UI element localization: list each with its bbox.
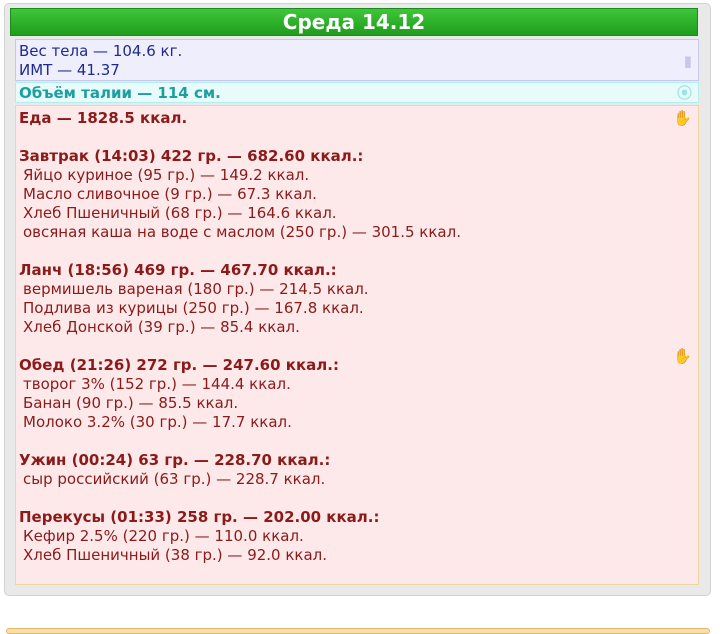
meal-item: Масло сливочное (9 гр.) — 67.3 ккал. [23,185,317,203]
meal-item: Хлеб Пшеничный (38 гр.) — 92.0 ккал. [23,546,328,564]
meal-item: вермишель вареная (180 гр.) — 214.5 ккал… [23,280,369,298]
meal-item: Подлива из курицы (250 гр.) — 167.8 ккал… [23,299,364,317]
meal-item: Хлеб Пшеничный (68 гр.) — 164.6 ккал. [23,204,337,222]
meal-title: Обед (21:26) 272 гр. — 247.60 ккал.: [19,356,339,374]
meal-title: Перекусы (01:33) 258 гр. — 202.00 ккал.: [19,508,380,526]
weight-block: Вес тела — 104.6 кг. ИМТ — 41.37 ▮ [15,39,699,81]
meal-item: Банан (90 гр.) — 85.5 ккал. [23,394,239,412]
meal-item: Хлеб Донской (39 гр.) — 85.4 ккал. [23,318,300,336]
hand-icon: ✋ [673,109,692,127]
meal-item: овсяная каша на воде с маслом (250 гр.) … [23,223,461,241]
meal-title: Завтрак (14:03) 422 гр. — 682.60 ккал.: [19,147,364,165]
waist-value: Объём талии — 114 см. [19,84,221,102]
meal-item: Молоко 3.2% (30 гр.) — 17.7 ккал. [23,413,292,431]
waist-block: Объём талии — 114 см. ⦿ [15,82,699,103]
food-total: Еда — 1828.5 ккал. [19,109,188,127]
scale-icon: ▮ [683,52,692,70]
meal-title: Ланч (18:56) 469 гр. — 467.70 ккал.: [19,261,337,279]
hand-icon: ✋ [673,347,692,365]
meal-item: Кефир 2.5% (220 гр.) — 110.0 ккал. [23,527,304,545]
next-day-panel-edge [6,628,710,634]
weight-value: Вес тела — 104.6 кг. [19,42,183,60]
bmi-value: ИМТ — 41.37 [19,61,120,79]
day-header: Среда 14.12 [10,8,698,36]
tape-icon: ⦿ [676,84,692,102]
meal-title: Ужин (00:24) 63 гр. — 228.70 ккал.: [19,451,331,469]
meal-item: Яйцо куриное (95 гр.) — 149.2 ккал. [23,166,310,184]
meal-item: творог 3% (152 гр.) — 144.4 ккал. [23,375,291,393]
food-block: Еда — 1828.5 ккал. ✋ ✋ Завтрак (14:03) 4… [15,105,699,585]
meal-item: сыр российский (63 гр.) — 228.7 ккал. [23,470,326,488]
